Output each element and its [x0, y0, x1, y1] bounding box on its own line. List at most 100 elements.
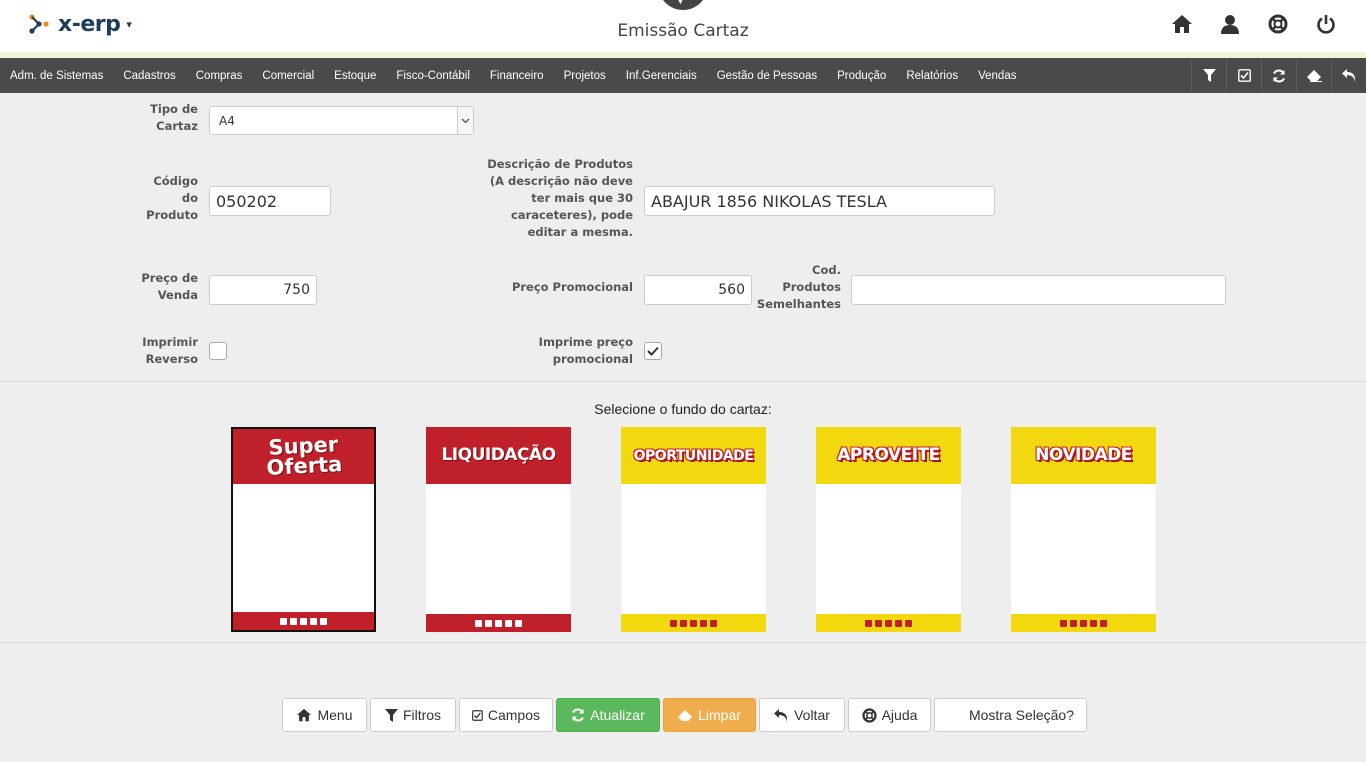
- filter-icon: [384, 708, 398, 722]
- menu-item-comercial[interactable]: Comercial: [252, 70, 324, 82]
- imprime-preco-promo-label: Imprime preço promocional: [500, 334, 633, 368]
- poster-novidade[interactable]: NOVIDADE: [1011, 427, 1156, 632]
- mostra-selecao-button[interactable]: Mostra Seleção?: [934, 698, 1087, 732]
- descricao-label-line: (A descrição não deve: [489, 174, 633, 188]
- cod-semelhantes-label: Cod. Produtos Semelhantes: [755, 262, 841, 313]
- cod-semelhantes-label-line: Produtos: [782, 280, 841, 294]
- descricao-label-line: editar a mesma.: [527, 225, 633, 239]
- poster-header: NOVIDADE: [1011, 427, 1156, 484]
- home-icon[interactable]: [1170, 12, 1194, 36]
- codigo-label-line: Produto: [146, 208, 198, 222]
- filter-icon[interactable]: [1191, 58, 1226, 93]
- voltar-button[interactable]: Voltar: [759, 698, 845, 732]
- cod-semelhantes-label-line: Semelhantes: [756, 297, 841, 311]
- menu-item-compras[interactable]: Compras: [186, 70, 253, 82]
- poster-select-prompt: Selecione o fundo do cartaz:: [594, 401, 772, 417]
- eraser-icon[interactable]: [1296, 58, 1331, 93]
- atualizar-button-label: Atualizar: [590, 707, 645, 723]
- main-menu-bar: Adm. de Sistemas Cadastros Compras Comer…: [0, 58, 1366, 93]
- chevron-down-icon[interactable]: [457, 107, 473, 134]
- codigo-produto-input[interactable]: 050202: [209, 186, 331, 216]
- poster-super-oferta[interactable]: Super Oferta: [231, 427, 376, 632]
- check-icon: [647, 346, 659, 356]
- imprime-preco-promo-label-line: Imprime preço: [538, 335, 633, 349]
- menu-item-inf-gerenciais[interactable]: Inf.Gerenciais: [616, 70, 707, 82]
- menu-button[interactable]: Menu: [282, 698, 367, 732]
- descricao-label-line: Descrição de Produtos: [487, 157, 633, 171]
- top-header: x-erp ▾ ▼ Emissão Cartaz: [0, 0, 1366, 52]
- help-lifebuoy-icon[interactable]: [1266, 12, 1290, 36]
- codigo-label-line: do: [181, 191, 198, 205]
- menu-item-financeiro[interactable]: Financeiro: [480, 70, 554, 82]
- ajuda-button-label: Ajuda: [881, 707, 918, 723]
- imprimir-reverso-checkbox[interactable]: [209, 342, 227, 360]
- menu-item-cadastros[interactable]: Cadastros: [113, 70, 185, 82]
- cod-semelhantes-input[interactable]: [851, 275, 1226, 305]
- imprimir-reverso-label: Imprimir Reverso: [120, 334, 198, 368]
- menu-item-projetos[interactable]: Projetos: [554, 70, 616, 82]
- preco-promocional-value: 560: [718, 282, 745, 298]
- section-divider: [0, 642, 1366, 643]
- eraser-icon: [678, 709, 693, 721]
- checkbox-icon[interactable]: [1226, 58, 1261, 93]
- undo-icon: [774, 708, 788, 722]
- help-lifebuoy-icon: [861, 707, 877, 723]
- atualizar-button[interactable]: Atualizar: [556, 698, 660, 732]
- tipo-cartaz-select[interactable]: A4: [209, 106, 474, 135]
- descricao-input[interactable]: ABAJUR 1856 NIKOLAS TESLA: [644, 186, 995, 216]
- codigo-produto-label: Código do Produto: [130, 173, 198, 224]
- poster-title: Super Oferta: [265, 432, 342, 480]
- refresh-icon[interactable]: [1261, 58, 1296, 93]
- menu-item-adm-sistemas[interactable]: Adm. de Sistemas: [0, 70, 113, 82]
- menu-item-estoque[interactable]: Estoque: [324, 70, 386, 82]
- descricao-value: ABAJUR 1856 NIKOLAS TESLA: [651, 191, 887, 211]
- imprime-preco-promo-checkbox[interactable]: [644, 342, 662, 360]
- power-icon[interactable]: [1314, 12, 1338, 36]
- filtros-button[interactable]: Filtros: [370, 698, 456, 732]
- preco-venda-value: 750: [283, 282, 310, 298]
- home-icon: [297, 708, 312, 722]
- action-button-bar: Menu Filtros Campos Atualizar Limpar Vol…: [282, 698, 1087, 732]
- poster-header: APROVEITE: [816, 427, 961, 484]
- preco-venda-label-line: Venda: [157, 288, 198, 302]
- refresh-icon: [572, 708, 585, 722]
- poster-liquidacao[interactable]: LIQUIDAÇÃO: [426, 427, 571, 632]
- menu-item-producao[interactable]: Produção: [827, 70, 896, 82]
- poster-footer-icons: [816, 614, 961, 632]
- preco-promocional-input[interactable]: 560: [644, 275, 752, 305]
- poster-footer-icons: [1011, 614, 1156, 632]
- campos-button[interactable]: Campos: [459, 698, 553, 732]
- codigo-label-line: Código: [153, 174, 198, 188]
- menu-item-vendas[interactable]: Vendas: [968, 70, 1026, 82]
- poster-header: OPORTUNIDADE: [621, 427, 766, 484]
- descricao-label-line: caraceteres), pode: [510, 208, 633, 222]
- poster-header: Super Oferta: [233, 429, 374, 484]
- collapse-toggle[interactable]: ▼: [658, 0, 708, 10]
- menu-item-fisco-contabil[interactable]: Fisco-Contábil: [386, 70, 480, 82]
- menu-button-label: Menu: [317, 707, 353, 723]
- cod-semelhantes-label-line: Cod.: [812, 263, 841, 277]
- tipo-cartaz-label-line: Tipo de: [150, 102, 198, 116]
- limpar-button-label: Limpar: [698, 707, 741, 723]
- poster-footer-icons: [426, 614, 571, 632]
- tipo-cartaz-label-line: Cartaz: [156, 119, 198, 133]
- imprime-preco-promo-label-line: promocional: [552, 352, 633, 366]
- poster-oportunidade[interactable]: OPORTUNIDADE: [621, 427, 766, 632]
- limpar-button[interactable]: Limpar: [663, 698, 756, 732]
- descricao-label: Descrição de Produtos (A descrição não d…: [470, 156, 633, 241]
- preco-venda-input[interactable]: 750: [209, 275, 317, 305]
- filtros-button-label: Filtros: [402, 707, 442, 723]
- voltar-button-label: Voltar: [794, 707, 830, 723]
- mostra-selecao-button-label: Mostra Seleção?: [968, 707, 1074, 723]
- undo-icon[interactable]: [1331, 58, 1366, 93]
- poster-title: OPORTUNIDADE: [633, 447, 754, 464]
- user-icon[interactable]: [1218, 12, 1242, 36]
- menu-item-gestao-pessoas[interactable]: Gestão de Pessoas: [707, 70, 827, 82]
- preco-venda-label: Preço de Venda: [120, 270, 198, 304]
- section-divider: [0, 381, 1366, 382]
- ajuda-button[interactable]: Ajuda: [848, 698, 931, 732]
- poster-aproveite[interactable]: APROVEITE: [816, 427, 961, 632]
- descricao-label-line: ter mais que 30: [531, 191, 633, 205]
- menu-item-relatorios[interactable]: Relatórios: [896, 70, 968, 82]
- chevron-down-icon: ▼: [677, 0, 684, 6]
